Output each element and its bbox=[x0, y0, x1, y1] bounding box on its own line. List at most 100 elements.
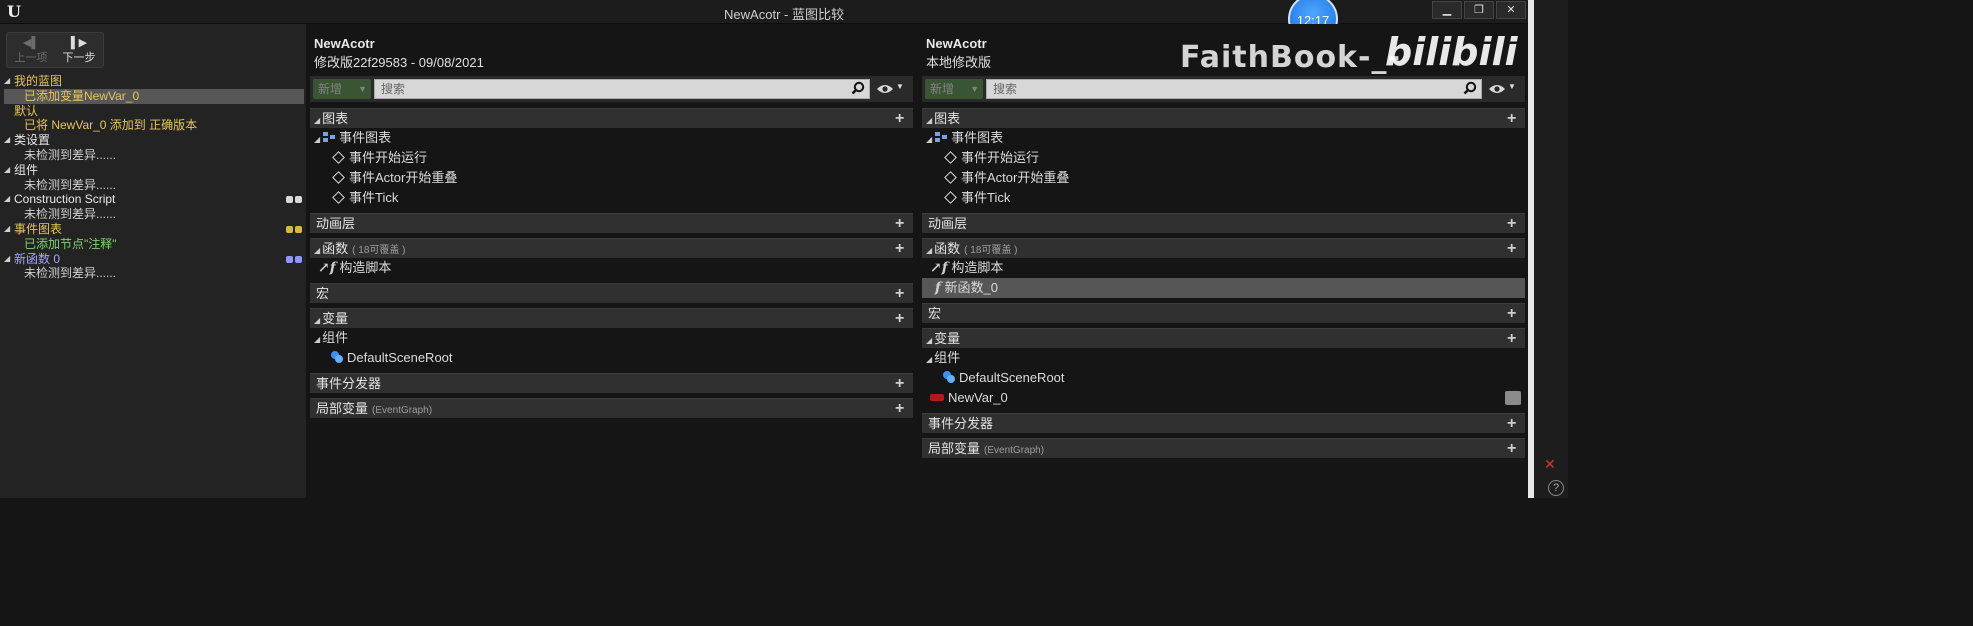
construction-script-row[interactable]: ↗f 构造脚本 bbox=[922, 258, 1525, 278]
section-anim-layers[interactable]: 动画层 + bbox=[310, 213, 913, 233]
add-anim-layer-icon[interactable]: + bbox=[895, 214, 907, 234]
chevron-down-icon: ▼ bbox=[970, 84, 979, 94]
eye-icon[interactable] bbox=[1488, 82, 1506, 96]
event-graph-row[interactable]: 事件图表 bbox=[922, 128, 1525, 148]
search-input[interactable]: 搜索 bbox=[374, 79, 870, 99]
add-anim-layer-icon[interactable]: + bbox=[1507, 214, 1519, 234]
add-variable-icon[interactable]: + bbox=[895, 309, 907, 329]
diff-label: 已添加变量NewVar_0 bbox=[24, 88, 140, 103]
section-dispatchers-label: 事件分发器 bbox=[316, 376, 382, 391]
section-variables[interactable]: 变量 + bbox=[922, 328, 1525, 348]
diff-entry[interactable]: 已将 NewVar_0 添加到 正确版本 bbox=[4, 118, 304, 133]
event-label: 事件开始运行 bbox=[349, 150, 428, 165]
section-functions[interactable]: 函数( 18可覆盖 ) + bbox=[922, 238, 1525, 258]
default-scene-root-row[interactable]: DefaultSceneRoot bbox=[922, 368, 1525, 388]
components-row[interactable]: 组件 bbox=[922, 348, 1525, 368]
restore-icon[interactable]: ❐ bbox=[1464, 1, 1494, 19]
next-button[interactable]: ▌▶ 下一步 bbox=[55, 33, 103, 67]
add-graph-icon[interactable]: + bbox=[895, 109, 907, 129]
prev-button[interactable]: ◀▌ 上一项 bbox=[7, 33, 55, 67]
event-label: 事件Actor开始重叠 bbox=[349, 170, 458, 185]
event-row[interactable]: 事件Tick bbox=[922, 188, 1525, 208]
new-function-row[interactable]: f 新函数_0 bbox=[922, 278, 1525, 298]
section-dispatchers[interactable]: 事件分发器 + bbox=[922, 413, 1525, 433]
event-diamond-icon bbox=[332, 171, 345, 184]
event-diamond-icon bbox=[332, 191, 345, 204]
diff-category[interactable]: 组件 bbox=[4, 163, 304, 178]
functions-override-note: ( 18可覆盖 ) bbox=[352, 245, 406, 256]
diff-indicator-icon bbox=[286, 255, 302, 263]
panel-right-revision: 本地修改版 bbox=[926, 55, 992, 70]
eye-icon[interactable] bbox=[876, 82, 894, 96]
section-macros[interactable]: 宏 + bbox=[310, 283, 913, 303]
construction-script-label: 构造脚本 bbox=[951, 260, 1004, 275]
add-new-label: 新增 bbox=[318, 82, 343, 96]
folder-icon[interactable] bbox=[1505, 391, 1521, 405]
search-input[interactable]: 搜索 bbox=[986, 79, 1482, 99]
event-row[interactable]: 事件Actor开始重叠 bbox=[310, 168, 913, 188]
scene-component-icon bbox=[330, 350, 344, 364]
help-icon[interactable]: ? bbox=[1548, 480, 1564, 496]
diff-category[interactable]: 事件图表 bbox=[4, 222, 304, 237]
construction-script-row[interactable]: ↗f 构造脚本 bbox=[310, 258, 913, 278]
diff-entry[interactable]: 未检测到差异...... bbox=[4, 178, 304, 193]
add-function-icon[interactable]: + bbox=[895, 239, 907, 259]
diff-category[interactable]: 默认 bbox=[4, 104, 304, 119]
diff-entry[interactable]: 未检测到差异...... bbox=[4, 266, 304, 281]
event-diamond-icon bbox=[944, 171, 957, 184]
diff-indicator-icon bbox=[286, 196, 302, 204]
add-local-var-icon[interactable]: + bbox=[1507, 439, 1519, 459]
panel-left-toolbar: 新增 ▼ 搜索 ▼ bbox=[310, 76, 913, 102]
panel-left-revision: 修改版22f29583 - 09/08/2021 bbox=[314, 55, 484, 70]
add-graph-icon[interactable]: + bbox=[1507, 109, 1519, 129]
diff-category[interactable]: 新函数 0 bbox=[4, 252, 304, 267]
default-scene-root-row[interactable]: DefaultSceneRoot bbox=[310, 348, 913, 368]
add-new-button[interactable]: 新增 ▼ bbox=[925, 79, 983, 99]
event-row[interactable]: 事件Tick bbox=[310, 188, 913, 208]
section-local-vars[interactable]: 局部变量 (EventGraph) + bbox=[310, 398, 913, 418]
diff-entry[interactable]: 已添加节点"注释" bbox=[4, 237, 304, 252]
prev-icon: ◀▌ bbox=[22, 37, 40, 49]
add-macro-icon[interactable]: + bbox=[1507, 304, 1519, 324]
diff-entry[interactable]: 未检测到差异...... bbox=[4, 148, 304, 163]
event-label: 事件Actor开始重叠 bbox=[961, 170, 1070, 185]
diff-dot bbox=[295, 255, 302, 263]
event-graph-icon bbox=[322, 130, 336, 144]
section-functions[interactable]: 函数( 18可覆盖 ) + bbox=[310, 238, 913, 258]
add-dispatcher-icon[interactable]: + bbox=[895, 374, 907, 394]
diff-entry[interactable]: 已添加变量NewVar_0 bbox=[4, 88, 304, 104]
section-anim-layers-label: 动画层 bbox=[928, 216, 968, 231]
add-variable-icon[interactable]: + bbox=[1507, 329, 1519, 349]
function-icon: f bbox=[930, 280, 941, 296]
event-graph-row[interactable]: 事件图表 bbox=[310, 128, 913, 148]
diff-indicator-icon bbox=[286, 225, 302, 233]
components-row[interactable]: 组件 bbox=[310, 328, 913, 348]
close-icon[interactable]: ✕ bbox=[1496, 1, 1526, 19]
add-macro-icon[interactable]: + bbox=[895, 284, 907, 304]
section-local-vars[interactable]: 局部变量 (EventGraph) + bbox=[922, 438, 1525, 458]
minimize-icon[interactable]: ▁ bbox=[1432, 1, 1462, 19]
diff-entry[interactable]: 未检测到差异...... bbox=[4, 207, 304, 222]
add-dispatcher-icon[interactable]: + bbox=[1507, 414, 1519, 434]
event-row[interactable]: 事件开始运行 bbox=[310, 148, 913, 168]
section-dispatchers[interactable]: 事件分发器 + bbox=[310, 373, 913, 393]
new-var-row[interactable]: NewVar_0 bbox=[922, 388, 1525, 408]
section-graphs[interactable]: 图表 + bbox=[922, 108, 1525, 128]
section-anim-layers[interactable]: 动画层 + bbox=[922, 213, 1525, 233]
diff-category[interactable]: Construction Script bbox=[4, 192, 304, 207]
add-new-button[interactable]: 新增 ▼ bbox=[313, 79, 371, 99]
new-var-label: NewVar_0 bbox=[948, 390, 1008, 405]
section-graphs[interactable]: 图表 + bbox=[310, 108, 913, 128]
section-macros[interactable]: 宏 + bbox=[922, 303, 1525, 323]
default-scene-root-label: DefaultSceneRoot bbox=[959, 370, 1065, 385]
event-row[interactable]: 事件Actor开始重叠 bbox=[922, 168, 1525, 188]
section-macros-label: 宏 bbox=[928, 306, 942, 321]
diff-label: 我的蓝图 bbox=[14, 74, 63, 88]
diff-category[interactable]: 类设置 bbox=[4, 133, 304, 148]
section-local-vars-label: 局部变量 bbox=[316, 401, 369, 416]
add-local-var-icon[interactable]: + bbox=[895, 399, 907, 419]
event-row[interactable]: 事件开始运行 bbox=[922, 148, 1525, 168]
add-function-icon[interactable]: + bbox=[1507, 239, 1519, 259]
section-variables[interactable]: 变量 + bbox=[310, 308, 913, 328]
diff-category[interactable]: 我的蓝图 bbox=[4, 74, 304, 89]
